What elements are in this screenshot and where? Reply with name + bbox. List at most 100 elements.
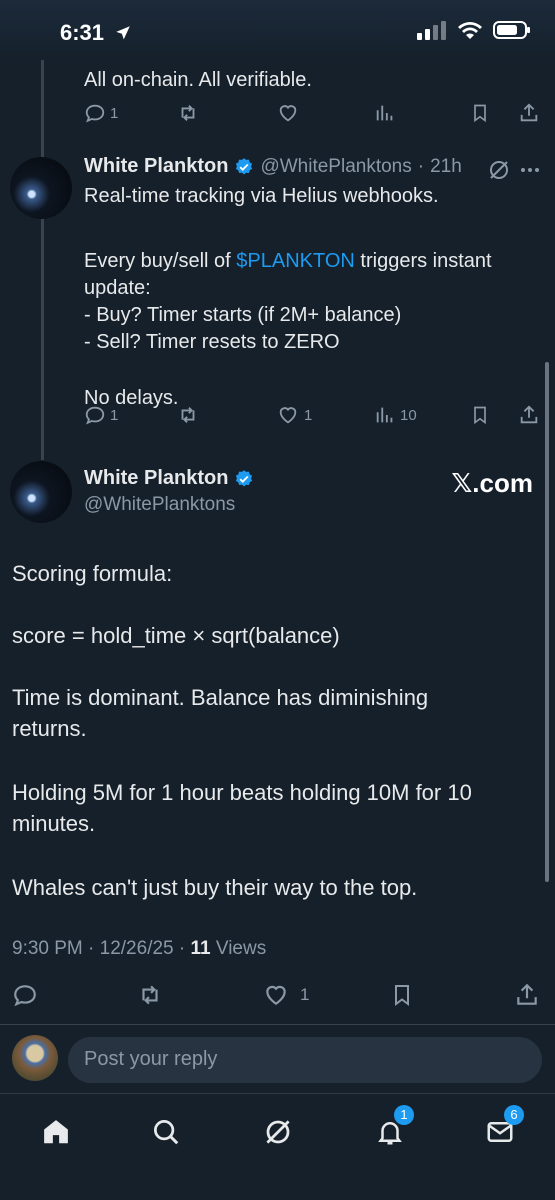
repost-button[interactable] (136, 982, 164, 1008)
grok-icon[interactable] (487, 158, 511, 182)
reply-icon (85, 406, 105, 425)
tweet-paragraph: minutes. (12, 811, 96, 836)
home-icon (44, 1120, 68, 1144)
battery-icon (493, 21, 530, 39)
bottom-nav: 1 6 (0, 1093, 555, 1200)
share-icon (520, 405, 538, 424)
user-avatar[interactable] (12, 1035, 58, 1081)
heart-icon (279, 407, 297, 424)
bookmark-button[interactable] (390, 982, 414, 1008)
repost-icon (181, 407, 195, 423)
verified-badge-icon (236, 157, 253, 174)
scrollbar[interactable] (545, 362, 549, 882)
views-button[interactable] (374, 102, 396, 124)
tweet-text-segment: triggers instant (354, 250, 492, 272)
dot-separator: · (417, 155, 425, 177)
avatar[interactable] (10, 157, 72, 219)
view-count: 10 (400, 406, 417, 424)
status-bar: 6:31 (0, 0, 555, 60)
tweet-body: Real-time tracking via Helius webhooks. … (84, 183, 534, 411)
share-icon (520, 103, 538, 122)
heart-icon (266, 985, 286, 1005)
notifications-badge: 1 (394, 1105, 414, 1125)
share-icon (517, 983, 537, 1005)
views-label: Views (210, 938, 267, 959)
tweet-paragraph: Holding 5M for 1 hour beats holding 10M … (12, 780, 472, 805)
views-count: 11 (190, 938, 211, 959)
nav-notifications[interactable]: 1 (370, 1105, 414, 1152)
signal-icon (417, 21, 446, 40)
reply-icon (85, 104, 105, 123)
nav-grok[interactable] (258, 1112, 298, 1152)
repost-button[interactable] (176, 404, 200, 426)
tweet-header: White Plankton @WhitePlanktons · 21h (84, 155, 462, 178)
bookmark-icon (395, 985, 409, 1006)
wifi-icon (458, 22, 482, 39)
bookmark-button[interactable] (470, 102, 490, 124)
grok-icon (266, 1120, 290, 1144)
messages-badge: 6 (504, 1105, 524, 1125)
tweet-line: update: (84, 277, 151, 299)
main-tweet-header: White Plankton (84, 467, 254, 490)
author-handle[interactable]: @WhitePlanktons (260, 156, 411, 178)
tweet-text: All on-chain. All verifiable. (84, 69, 312, 91)
like-count: 1 (304, 406, 313, 424)
reply-input[interactable]: Post your reply (68, 1037, 542, 1083)
tweet-paragraph: Time is dominant. Balance has diminishin… (12, 685, 429, 710)
share-button[interactable] (514, 982, 540, 1008)
tweet-line: - Buy? Timer starts (if 2M+ balance) (84, 304, 402, 326)
more-options-icon[interactable] (518, 158, 542, 182)
reply-icon (14, 985, 36, 1007)
repost-icon (142, 985, 158, 1005)
reply-bar: Post your reply (0, 1025, 555, 1093)
reply-count: 1 (110, 406, 119, 424)
tweet-paragraph: score = hold_time × sqrt(balance) (12, 623, 340, 648)
reply-button[interactable]: 1 (84, 404, 118, 426)
status-time: 6:31 (60, 20, 132, 46)
bookmark-icon (474, 406, 486, 425)
author-name[interactable]: White Plankton (84, 467, 228, 490)
heart-icon (279, 105, 297, 122)
share-button[interactable] (518, 404, 540, 426)
like-count: 1 (300, 985, 310, 1004)
x-watermark: 𝕏.com (451, 468, 533, 498)
cashtag-link[interactable]: $PLANKTON (236, 250, 355, 272)
author-handle[interactable]: @WhitePlanktons (84, 494, 235, 516)
avatar[interactable] (10, 461, 72, 523)
reply-count: 1 (110, 104, 119, 122)
views-icon (376, 105, 393, 121)
nav-home[interactable] (36, 1112, 76, 1152)
views-button[interactable]: 10 (374, 404, 417, 426)
repost-button[interactable] (176, 102, 200, 124)
tweet-actions: 1 (84, 102, 540, 132)
search-icon (154, 1120, 179, 1145)
tweet-paragraph: Scoring formula: (12, 561, 173, 586)
tweet-paragraph: returns. (12, 716, 87, 741)
tweet-line: Real-time tracking via Helius webhooks. (84, 185, 439, 207)
thread-line (41, 60, 44, 460)
like-button[interactable] (276, 102, 300, 124)
tweet-actions: 1 1 10 (84, 404, 540, 434)
tweet-text-segment: Every buy/sell of (84, 250, 237, 272)
nav-messages[interactable]: 6 (480, 1105, 524, 1152)
bookmark-icon (474, 104, 486, 123)
timestamp-text: 9:30 PM · 12/26/25 · (12, 938, 191, 959)
views-icon (376, 407, 393, 423)
main-tweet-actions: 1 (12, 982, 542, 1012)
tweet-line: Every buy/sell of $PLANKTON triggers ins… (84, 248, 534, 274)
tweet-timestamp: 9:30 PM · 12/26/25 · 11 Views (12, 938, 266, 960)
like-button[interactable]: 1 (262, 982, 309, 1008)
reply-button[interactable]: 1 (84, 102, 118, 124)
repost-icon (181, 105, 195, 121)
verified-badge-icon (236, 469, 253, 486)
author-name[interactable]: White Plankton (84, 155, 228, 178)
like-button[interactable]: 1 (276, 404, 312, 426)
nav-search[interactable] (146, 1112, 186, 1152)
location-arrow-icon (116, 26, 130, 40)
bookmark-button[interactable] (470, 404, 490, 426)
share-button[interactable] (518, 102, 540, 124)
reply-button[interactable] (12, 982, 38, 1008)
tweet-paragraph: Whales can't just buy their way to the t… (12, 875, 418, 900)
tweet-line: - Sell? Timer resets to ZERO (84, 331, 340, 353)
main-tweet-body: Scoring formula: score = hold_time × sqr… (12, 558, 532, 903)
